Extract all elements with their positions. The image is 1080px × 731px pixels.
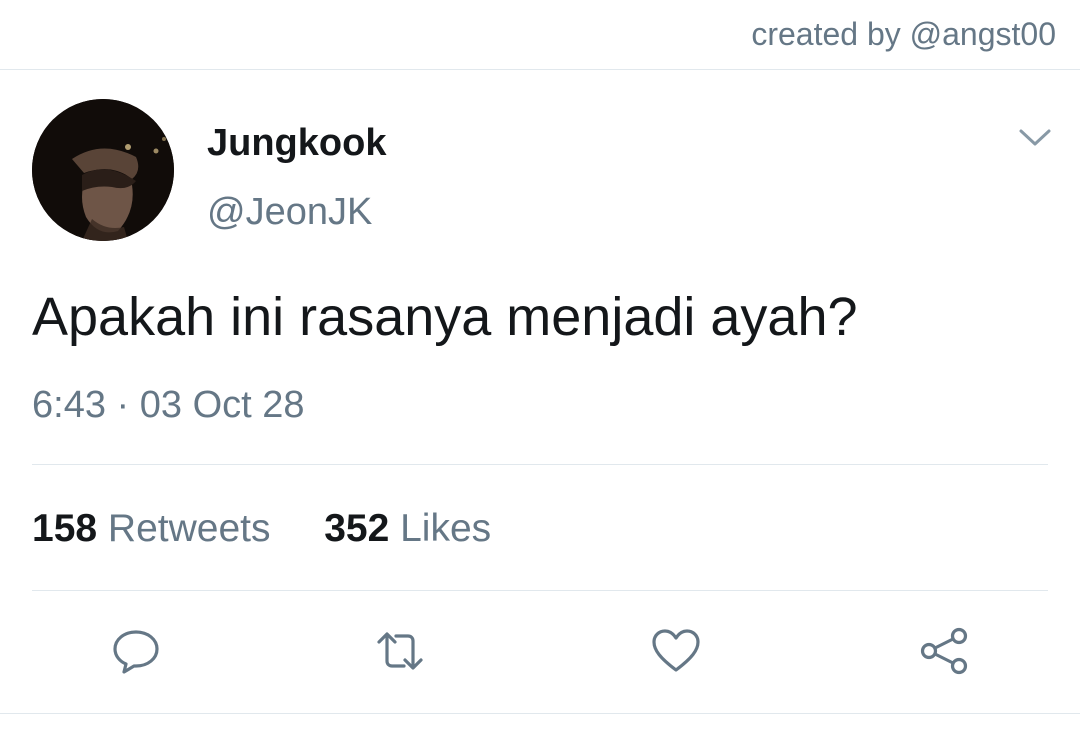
- share-icon: [920, 627, 968, 675]
- divider: [32, 464, 1048, 465]
- retweets-label: Retweets: [107, 507, 271, 550]
- likes-count: 352: [324, 507, 390, 550]
- display-name[interactable]: Jungkook: [207, 122, 386, 165]
- like-button[interactable]: [650, 625, 702, 677]
- divider: [0, 713, 1080, 714]
- likes-stat[interactable]: 352 Likes: [313, 507, 491, 550]
- user-handle[interactable]: @JeonJK: [207, 191, 372, 234]
- avatar[interactable]: [32, 99, 174, 241]
- timestamp-separator: ·: [116, 384, 130, 426]
- credit-bar: created by @angst00: [0, 0, 1080, 70]
- reply-icon: [113, 630, 159, 674]
- tweet-time: 6:43: [32, 384, 106, 426]
- divider: [32, 590, 1048, 591]
- chevron-down-icon[interactable]: [1018, 126, 1052, 150]
- avatar-photo: [32, 99, 174, 241]
- tweet-date: 03 Oct 28: [139, 384, 305, 426]
- heart-icon: [652, 629, 700, 672]
- retweet-button[interactable]: [374, 625, 426, 677]
- tweet-stats: 158 Retweets 352 Likes: [32, 507, 491, 551]
- share-button[interactable]: [918, 625, 970, 677]
- retweets-count: 158: [32, 507, 98, 550]
- credit-text: created by @angst00: [751, 16, 1056, 52]
- likes-label: Likes: [400, 507, 492, 550]
- retweets-stat[interactable]: 158 Retweets: [32, 507, 281, 550]
- tweet-text: Apakah ini rasanya menjadi ayah?: [32, 287, 858, 347]
- retweet-icon: [377, 632, 423, 670]
- tweet-timestamp: 6:43 · 03 Oct 28: [32, 384, 305, 427]
- reply-button[interactable]: [110, 625, 162, 677]
